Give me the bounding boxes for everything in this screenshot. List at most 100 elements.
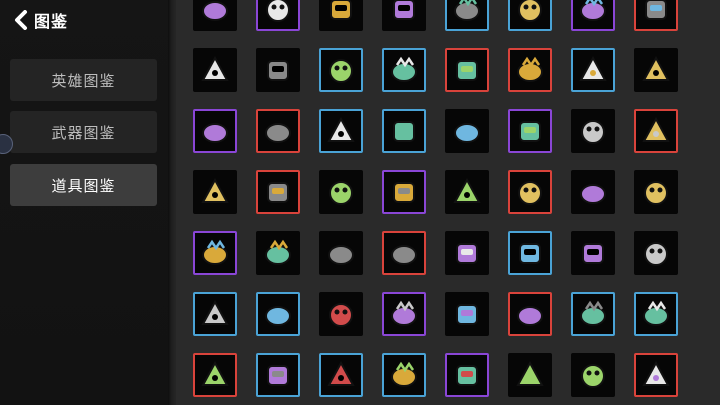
item-slot[interactable] (256, 231, 300, 275)
item-slot[interactable] (382, 48, 426, 92)
item-slot[interactable] (445, 231, 489, 275)
item-slot[interactable] (382, 0, 426, 31)
item-slot[interactable] (256, 0, 300, 31)
nav-weapon-codex[interactable]: 武器图鉴 (10, 111, 157, 153)
item-slot[interactable] (508, 292, 552, 336)
mammoth-icon (517, 306, 543, 326)
item-slot[interactable] (193, 48, 237, 92)
item-slot[interactable] (571, 0, 615, 31)
item-slot[interactable] (445, 170, 489, 214)
item-slot[interactable] (382, 231, 426, 275)
item-slot[interactable] (319, 48, 363, 92)
nav-item-codex[interactable]: 道具图鉴 (10, 164, 157, 206)
item-slot[interactable] (508, 353, 552, 397)
item-slot[interactable] (445, 353, 489, 397)
nav-label: 武器图鉴 (51, 123, 116, 142)
item-slot[interactable] (571, 353, 615, 397)
gold-crown-icon (266, 0, 290, 22)
hedgehog-icon (580, 184, 606, 204)
item-slot[interactable] (634, 170, 678, 214)
item-slot[interactable] (508, 0, 552, 31)
item-slot[interactable] (571, 292, 615, 336)
item-slot[interactable] (634, 353, 678, 397)
rabbit-icon (518, 0, 542, 22)
running-dog-icon (329, 181, 353, 205)
item-slot[interactable] (319, 109, 363, 153)
item-slot[interactable] (508, 170, 552, 214)
shark-fin-icon (202, 123, 228, 143)
rubber-duck-icon (329, 303, 353, 327)
item-slot[interactable] (193, 353, 237, 397)
item-slot[interactable] (256, 353, 300, 397)
item-slot[interactable] (508, 231, 552, 275)
panda-cat-icon (391, 300, 417, 326)
item-slot[interactable] (319, 170, 363, 214)
dynamite-icon (267, 60, 289, 81)
item-slot[interactable] (571, 48, 615, 92)
item-slot[interactable] (193, 170, 237, 214)
item-slot[interactable] (382, 292, 426, 336)
page-title: 图鉴 (34, 12, 69, 31)
red-disc-icon (393, 121, 415, 142)
item-grid-scroll[interactable] (176, 0, 720, 405)
item-slot[interactable] (571, 231, 615, 275)
item-slot[interactable] (256, 170, 300, 214)
item-slot[interactable] (445, 292, 489, 336)
item-slot[interactable] (508, 109, 552, 153)
item-slot[interactable] (193, 292, 237, 336)
scroll-icon (645, 0, 667, 20)
wave-curl-icon (201, 55, 229, 81)
item-slot[interactable] (256, 109, 300, 153)
spider-icon (330, 0, 352, 20)
drill-icon (391, 361, 417, 387)
item-slot[interactable] (319, 353, 363, 397)
item-slot[interactable] (193, 109, 237, 153)
banana-blade-icon (327, 360, 355, 386)
dumbbell-icon (267, 365, 289, 386)
item-slot[interactable] (382, 109, 426, 153)
syringe-icon (580, 0, 606, 21)
item-slot[interactable] (319, 292, 363, 336)
green-sack-icon (642, 55, 670, 81)
item-slot[interactable] (256, 48, 300, 92)
honey-jar-icon (582, 243, 604, 264)
ragged-cloak-icon (519, 243, 541, 264)
animal-skull-icon (201, 177, 229, 203)
glowing-eyes-icon (581, 120, 605, 144)
nav-label: 道具图鉴 (51, 176, 116, 195)
item-slot[interactable] (634, 109, 678, 153)
cannon-icon (519, 121, 541, 142)
gold-necklace-icon (643, 300, 669, 326)
panel-divider (168, 0, 176, 405)
robot-walker-icon (456, 60, 478, 81)
item-slot[interactable] (634, 231, 678, 275)
bat-demon-icon (202, 239, 228, 265)
item-slot[interactable] (508, 48, 552, 92)
item-slot[interactable] (382, 170, 426, 214)
nav-hero-codex[interactable]: 英雄图鉴 (10, 59, 157, 101)
item-slot[interactable] (445, 48, 489, 92)
firework-icon (517, 56, 543, 82)
back-button[interactable]: 图鉴 (12, 8, 68, 32)
nav-label: 英雄图鉴 (51, 71, 116, 90)
item-slot[interactable] (634, 292, 678, 336)
item-slot[interactable] (193, 231, 237, 275)
item-slot[interactable] (319, 0, 363, 31)
item-grid-panel (176, 0, 720, 405)
frog-icon (201, 299, 229, 325)
item-slot[interactable] (571, 170, 615, 214)
item-slot[interactable] (319, 231, 363, 275)
item-slot[interactable] (571, 109, 615, 153)
slime-blob-icon (644, 242, 668, 266)
mummy-head-icon (453, 177, 481, 203)
knight-helmet-icon (393, 0, 415, 20)
item-slot[interactable] (634, 0, 678, 31)
item-slot[interactable] (256, 292, 300, 336)
item-slot[interactable] (445, 0, 489, 31)
item-slot[interactable] (382, 353, 426, 397)
item-slot[interactable] (445, 109, 489, 153)
item-slot[interactable] (193, 0, 237, 31)
item-slot[interactable] (634, 48, 678, 92)
gnome-icon (642, 116, 670, 142)
twin-bombs-icon (579, 55, 607, 81)
